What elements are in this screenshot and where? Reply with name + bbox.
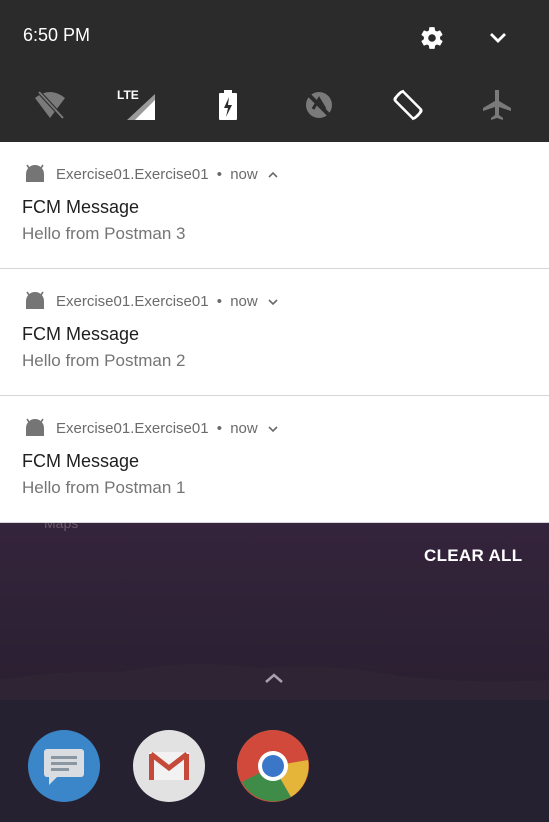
header-separator: • xyxy=(216,166,223,183)
header-separator: • xyxy=(216,293,223,310)
expand-caret-icon[interactable] xyxy=(267,297,279,307)
collapse-chevron-icon[interactable] xyxy=(487,29,509,47)
notification-body: Hello from Postman 2 xyxy=(22,351,186,370)
status-time: 6:50 PM xyxy=(23,25,91,45)
clear-all-button[interactable]: CLEAR ALL xyxy=(424,546,522,566)
notification-app-name: Exercise01.Exercise01 xyxy=(56,166,209,183)
messages-icon[interactable] xyxy=(28,730,100,802)
notification-card[interactable]: Exercise01.Exercise01 • now FCM Message … xyxy=(0,396,549,523)
battery-saver-icon[interactable] xyxy=(217,88,239,122)
location-off-icon[interactable] xyxy=(302,88,336,122)
notification-app-name: Exercise01.Exercise01 xyxy=(56,420,209,437)
wifi-off-icon[interactable] xyxy=(33,88,67,122)
notification-header: Exercise01.Exercise01 • now xyxy=(56,420,279,437)
header-separator: • xyxy=(216,420,223,437)
notification-card[interactable]: Exercise01.Exercise01 • now FCM Message … xyxy=(0,269,549,396)
auto-rotate-icon[interactable] xyxy=(391,88,425,122)
expand-caret-icon[interactable] xyxy=(267,424,279,434)
notification-body: Hello from Postman 1 xyxy=(22,478,186,497)
android-app-icon xyxy=(26,418,44,436)
chrome-icon[interactable] xyxy=(237,730,309,802)
notification-time: now xyxy=(230,293,258,310)
lte-signal-icon[interactable]: LTE xyxy=(117,88,157,122)
settings-gear-icon[interactable] xyxy=(419,25,445,51)
notification-card[interactable]: Exercise01.Exercise01 • now FCM Message … xyxy=(0,142,549,269)
android-app-icon xyxy=(26,291,44,309)
airplane-mode-icon[interactable] xyxy=(482,88,512,122)
app-drawer-chevron-icon[interactable] xyxy=(262,670,286,686)
notification-body: Hello from Postman 3 xyxy=(22,224,186,243)
gmail-icon[interactable] xyxy=(133,730,205,802)
notification-title: FCM Message xyxy=(22,324,140,344)
quick-settings-panel: 6:50 PM LTE xyxy=(0,0,549,142)
notification-header: Exercise01.Exercise01 • now xyxy=(56,293,279,310)
android-app-icon xyxy=(26,164,44,182)
notification-time: now xyxy=(230,166,258,183)
notification-title: FCM Message xyxy=(22,451,140,471)
notification-title: FCM Message xyxy=(22,197,140,217)
notification-header: Exercise01.Exercise01 • now xyxy=(56,166,279,183)
notification-time: now xyxy=(230,420,258,437)
collapse-caret-icon[interactable] xyxy=(267,170,279,180)
notification-app-name: Exercise01.Exercise01 xyxy=(56,293,209,310)
